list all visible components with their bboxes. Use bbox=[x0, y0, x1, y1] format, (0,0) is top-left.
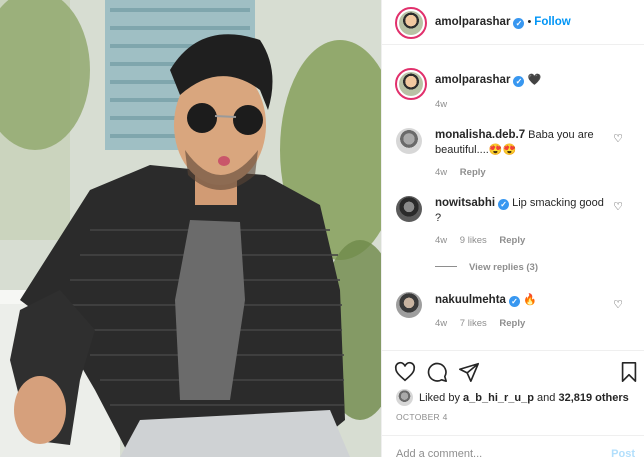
post-actions: Liked by a_b_hi_r_u_p and 32,819 others … bbox=[382, 350, 644, 457]
likes-summary: Liked by a_b_hi_r_u_p and 32,819 others bbox=[396, 389, 629, 406]
comments-list[interactable]: amolparashar ✓ 🖤 4w monalisha.deb.7 Baba … bbox=[382, 46, 644, 350]
view-replies-line bbox=[435, 266, 457, 267]
verified-badge-icon: ✓ bbox=[513, 76, 525, 87]
follow-button[interactable]: Follow bbox=[534, 16, 570, 28]
comment-time[interactable]: 4w bbox=[435, 99, 447, 110]
comment-body: amolparashar ✓ 🖤 bbox=[435, 73, 605, 88]
verified-badge-icon: ✓ bbox=[498, 199, 510, 210]
comment-meta: 4w 7 likes Reply bbox=[435, 318, 535, 329]
comment-like-heart-icon[interactable]: ♡ bbox=[613, 200, 623, 213]
comment-like-heart-icon[interactable]: ♡ bbox=[613, 132, 623, 145]
verified-badge-icon: ✓ bbox=[513, 18, 525, 29]
commenter-avatar[interactable] bbox=[396, 196, 422, 222]
reply-button[interactable]: Reply bbox=[499, 235, 525, 246]
comment-body: nakuulmehta ✓ 🔥 bbox=[435, 293, 605, 308]
comment-time[interactable]: 4w bbox=[435, 235, 447, 246]
comment-body: monalisha.deb.7 Baba you are beautiful..… bbox=[435, 128, 605, 158]
comment-meta: 4w bbox=[435, 99, 457, 110]
comment-like-heart-icon[interactable]: ♡ bbox=[613, 298, 623, 311]
comment-likes[interactable]: 9 likes bbox=[460, 235, 487, 246]
add-comment-bar: Add a comment... Post bbox=[382, 435, 644, 457]
comment-meta: 4w Reply bbox=[435, 167, 496, 178]
comment-username[interactable]: monalisha.deb.7 bbox=[435, 129, 525, 141]
reply-button[interactable]: Reply bbox=[499, 318, 525, 329]
comment-text: 🖤 bbox=[527, 74, 542, 86]
commenter-avatar[interactable] bbox=[396, 292, 422, 318]
comment-likes[interactable]: 7 likes bbox=[460, 318, 487, 329]
comment-icon[interactable] bbox=[426, 361, 448, 383]
comment-username[interactable]: amolparashar bbox=[435, 74, 510, 86]
bookmark-icon[interactable] bbox=[618, 361, 640, 383]
heart-icon[interactable] bbox=[394, 361, 416, 383]
view-replies-label: View replies (3) bbox=[469, 262, 538, 273]
post-photo[interactable] bbox=[0, 0, 381, 457]
commenter-avatar[interactable] bbox=[396, 128, 422, 154]
comment-body: nowitsabhi ✓ Lip smacking good ? bbox=[435, 196, 605, 226]
liked-by-and: and bbox=[537, 391, 556, 404]
author-avatar[interactable] bbox=[395, 7, 427, 39]
post-date[interactable]: OCTOBER 4 bbox=[396, 412, 448, 422]
add-comment-input[interactable]: Add a comment... bbox=[396, 448, 482, 457]
comment-username[interactable]: nakuulmehta bbox=[435, 294, 506, 306]
reply-button[interactable]: Reply bbox=[460, 167, 486, 178]
comment-username[interactable]: nowitsabhi bbox=[435, 197, 495, 209]
verified-badge-icon: ✓ bbox=[508, 296, 520, 307]
comment-meta: 4w 9 likes Reply bbox=[435, 235, 535, 246]
post-side-panel: amolparashar ✓ • Follow amolparashar ✓ 🖤 4w … bbox=[381, 0, 644, 457]
liker-avatar[interactable] bbox=[396, 389, 413, 406]
likes-others-count[interactable]: 32,819 others bbox=[558, 392, 628, 404]
post-comment-button[interactable]: Post bbox=[611, 448, 635, 457]
liked-by-user[interactable]: a_b_hi_r_u_p bbox=[463, 392, 534, 404]
commenter-avatar[interactable] bbox=[395, 68, 427, 100]
comment-text: 🔥 bbox=[523, 294, 537, 306]
view-replies-button[interactable]: View replies (3) bbox=[435, 262, 538, 273]
separator-dot: • bbox=[527, 16, 532, 28]
author-username[interactable]: amolparashar bbox=[435, 16, 510, 28]
post-photo-illustration bbox=[0, 0, 381, 457]
comment-time[interactable]: 4w bbox=[435, 167, 447, 178]
comment-time[interactable]: 4w bbox=[435, 318, 447, 329]
post-header: amolparashar ✓ • Follow bbox=[382, 0, 644, 45]
liked-by-prefix: Liked by bbox=[419, 391, 460, 404]
share-icon[interactable] bbox=[458, 361, 480, 383]
author-line: amolparashar ✓ • Follow bbox=[435, 16, 571, 29]
